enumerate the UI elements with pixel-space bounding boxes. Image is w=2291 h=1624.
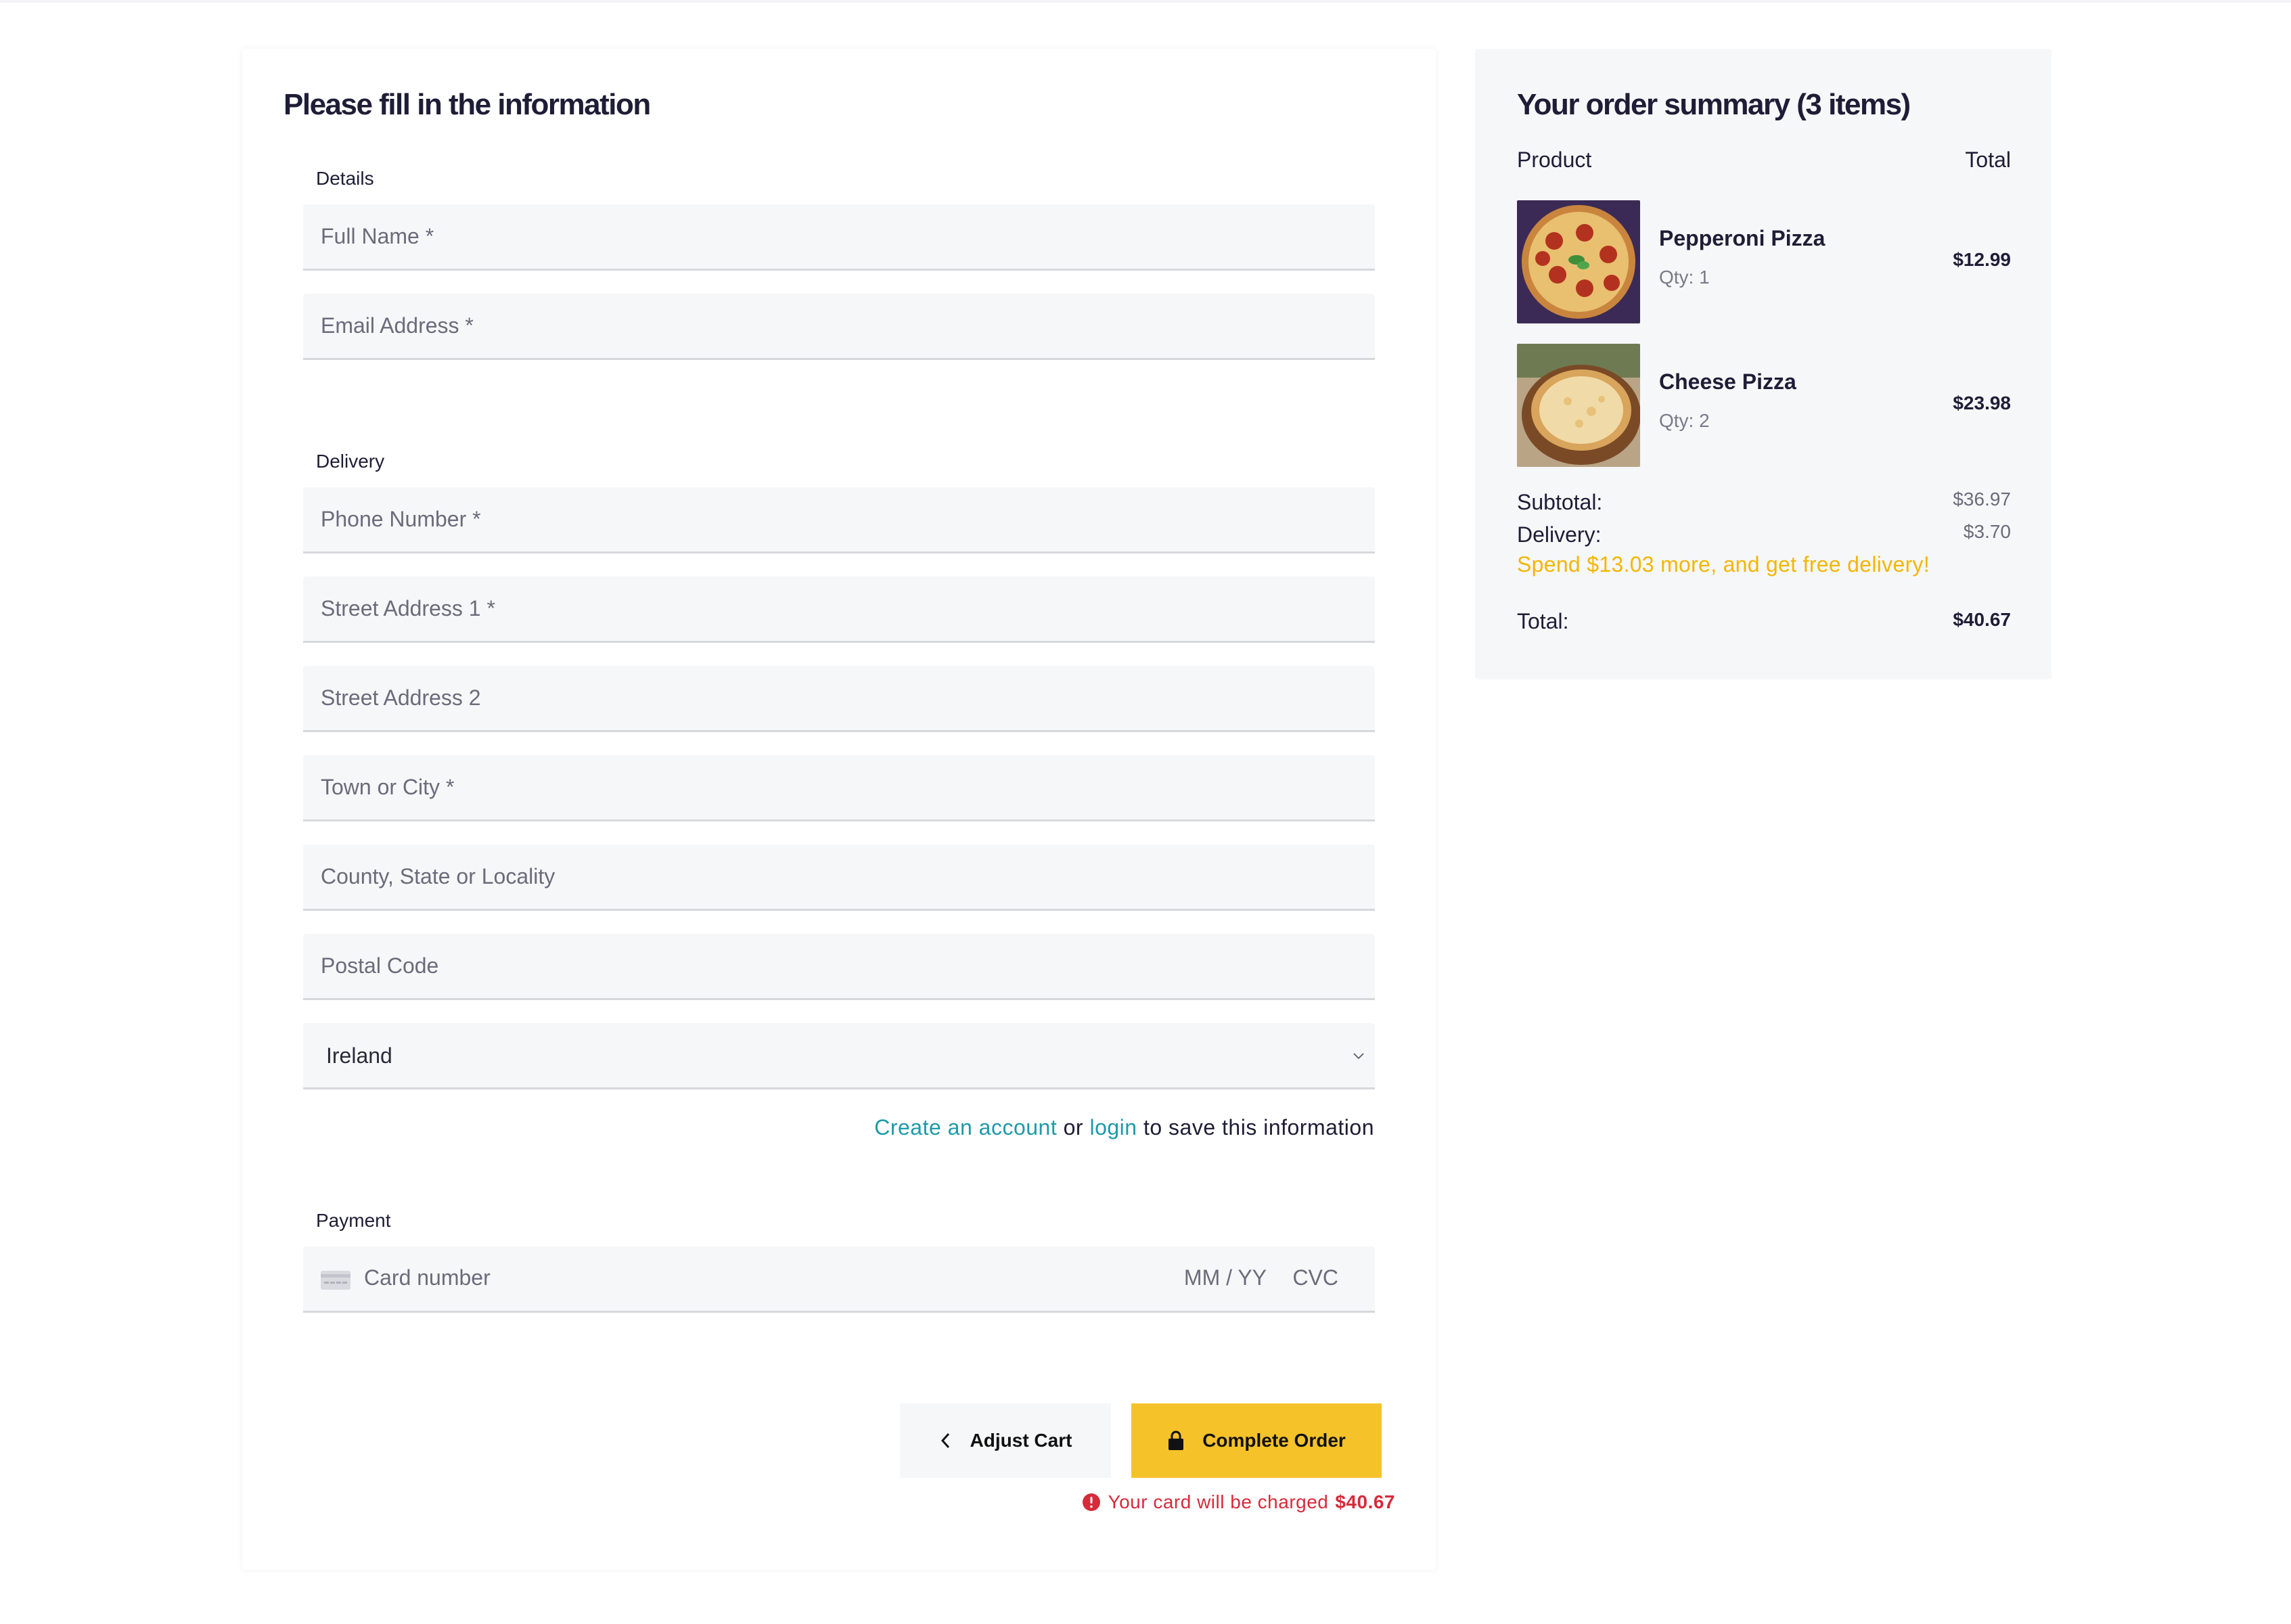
account-or-text: or [1063, 1115, 1084, 1140]
product-column-header: Product [1517, 148, 1592, 172]
phone-input[interactable] [303, 487, 1375, 551]
full-name-input[interactable] [303, 204, 1375, 269]
card-field[interactable]: Card number MM / YY CVC [303, 1246, 1375, 1313]
card-expiry-placeholder[interactable]: MM / YY [1184, 1265, 1267, 1290]
cart-item-name: Pepperoni Pizza [1659, 226, 1825, 250]
order-summary-card: Your order summary (3 items) Product Tot… [1475, 49, 2051, 679]
cart-item-qty: Qty: 1 [1659, 267, 1710, 288]
cart-item-price: $23.98 [1953, 392, 2011, 413]
create-account-link[interactable]: Create an account [874, 1115, 1057, 1140]
total-value: $40.67 [1953, 609, 2011, 630]
cheese-pizza-image [1517, 344, 1640, 467]
postal-code-field [303, 934, 1375, 1000]
street-address-1-field [303, 577, 1375, 643]
card-cvc-placeholder[interactable]: CVC [1292, 1265, 1338, 1290]
total-column-header: Total [1965, 148, 2011, 172]
delivery-section-label: Delivery [316, 451, 385, 472]
charge-notice-text: Your card will be charged [1108, 1491, 1329, 1512]
login-link[interactable]: login [1089, 1115, 1137, 1140]
email-input[interactable] [303, 294, 1375, 358]
order-summary-title: Your order summary (3 items) [1517, 88, 1911, 121]
county-field [303, 844, 1375, 911]
email-field [303, 294, 1375, 360]
cart-item-name: Cheese Pizza [1659, 369, 1796, 394]
phone-field [303, 487, 1375, 554]
chevron-left-icon [940, 1433, 949, 1449]
credit-card-icon [321, 1271, 350, 1290]
form-title: Please fill in the information [283, 88, 651, 121]
account-prompt: Create an account or login to save this … [874, 1115, 1374, 1140]
complete-order-button[interactable]: Complete Order [1131, 1403, 1382, 1478]
street-address-2-input[interactable] [303, 666, 1375, 730]
top-divider [0, 0, 2291, 3]
pepperoni-pizza-image [1517, 200, 1640, 323]
account-suffix-text: to save this information [1143, 1115, 1374, 1140]
country-field: Ireland [303, 1023, 1375, 1089]
cart-item-qty: Qty: 2 [1659, 410, 1710, 431]
complete-order-label: Complete Order [1202, 1430, 1346, 1451]
postal-code-input[interactable] [303, 934, 1375, 998]
total-label: Total: [1517, 609, 1569, 633]
street-address-2-field [303, 666, 1375, 732]
town-city-input[interactable] [303, 755, 1375, 819]
delivery-fee-value: $3.70 [1963, 521, 2011, 542]
charge-notice: Your card will be charged $40.67 [1082, 1491, 1395, 1513]
adjust-cart-label: Adjust Cart [970, 1430, 1072, 1451]
delivery-fee-label: Delivery: [1517, 522, 1602, 547]
card-number-placeholder[interactable]: Card number [364, 1265, 491, 1290]
country-select[interactable]: Ireland [303, 1023, 1375, 1087]
subtotal-value: $36.97 [1953, 489, 2011, 510]
cart-item: Pepperoni Pizza Qty: 1 $12.99 [1517, 200, 2011, 323]
street-address-1-input[interactable] [303, 577, 1375, 641]
town-city-field [303, 755, 1375, 821]
checkout-form-card: Please fill in the information Details D… [242, 49, 1436, 1570]
cart-item-price: $12.99 [1953, 249, 2011, 270]
subtotal-label: Subtotal: [1517, 490, 1603, 514]
county-input[interactable] [303, 844, 1375, 909]
lock-icon [1169, 1430, 1184, 1450]
full-name-field [303, 204, 1375, 271]
charge-notice-amount: $40.67 [1335, 1491, 1395, 1512]
adjust-cart-button[interactable]: Adjust Cart [900, 1403, 1111, 1478]
error-circle-icon [1083, 1493, 1101, 1511]
details-section-label: Details [316, 168, 374, 189]
cart-item: Cheese Pizza Qty: 2 $23.98 [1517, 344, 2011, 467]
free-delivery-promo: Spend $13.03 more, and get free delivery… [1517, 552, 1930, 577]
payment-section-label: Payment [316, 1210, 391, 1231]
